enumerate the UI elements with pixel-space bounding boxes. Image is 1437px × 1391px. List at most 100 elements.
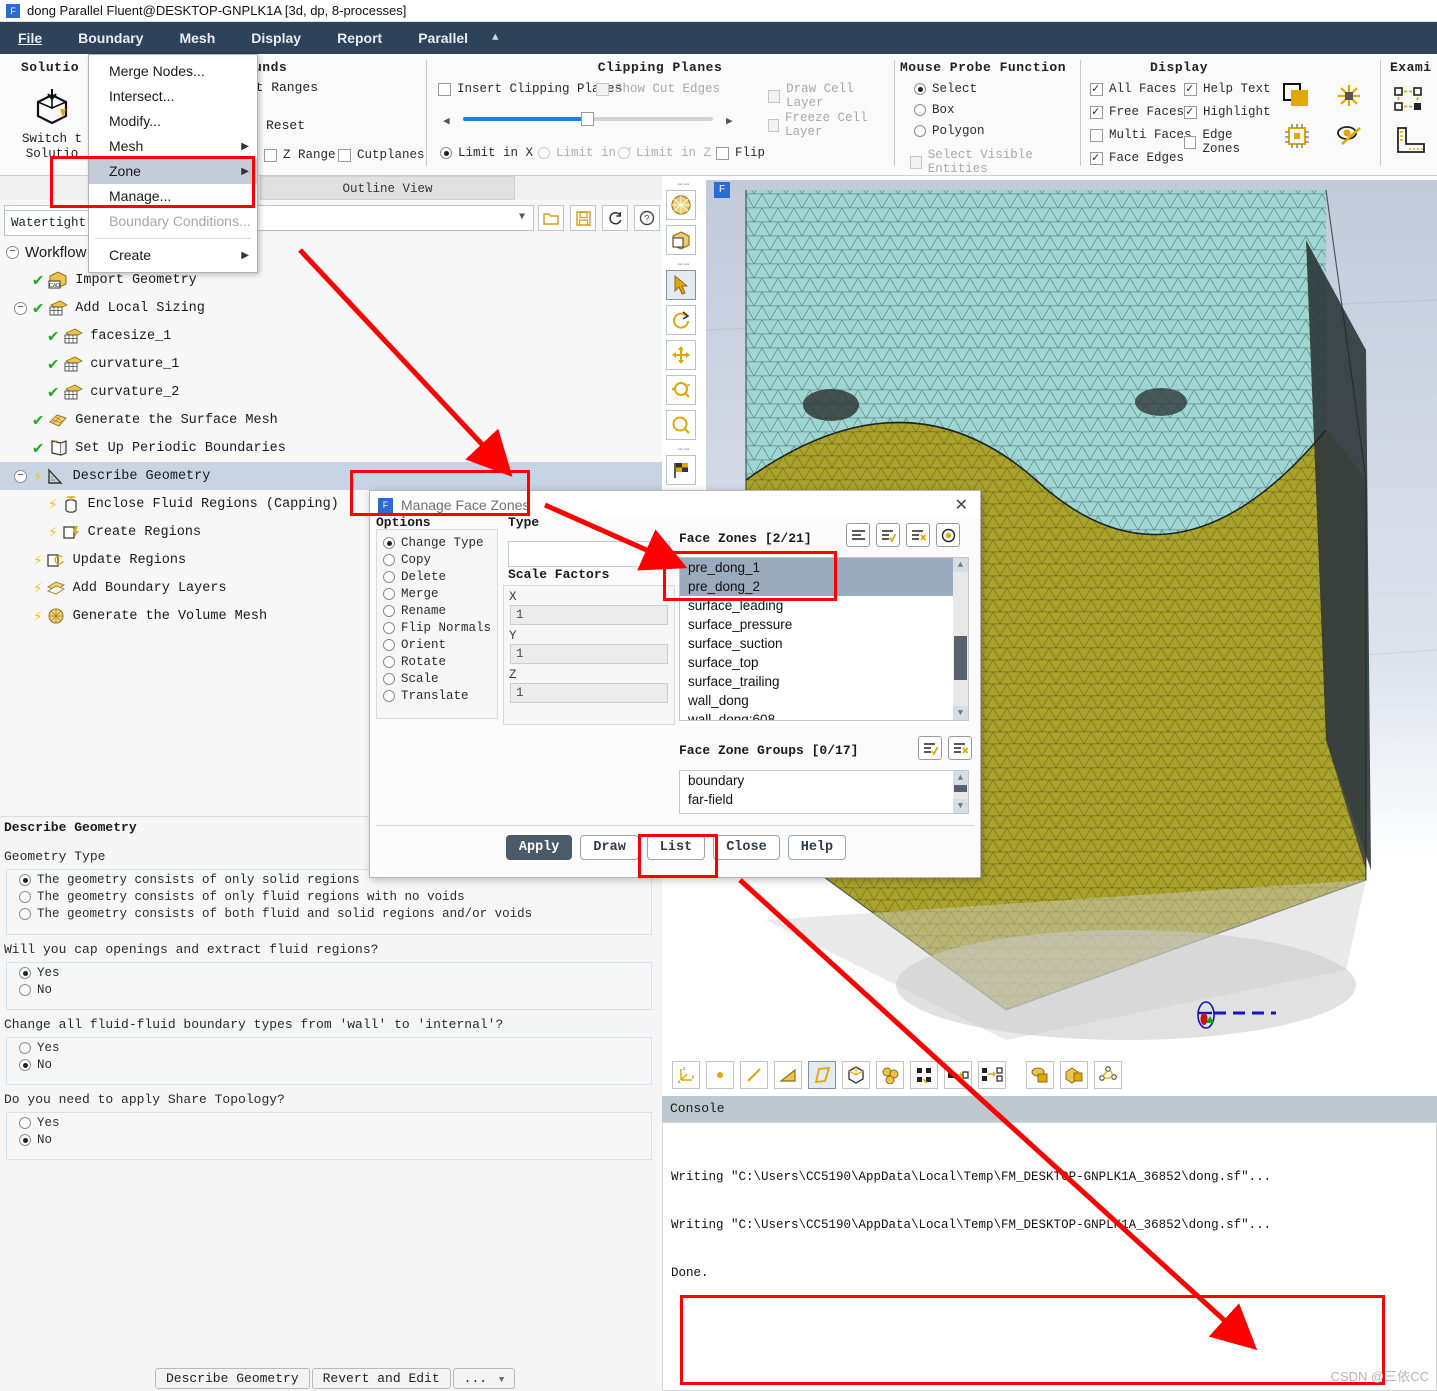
probe-select-radio[interactable]: Select <box>914 82 977 96</box>
scale-x-input[interactable]: 1 <box>510 605 668 625</box>
point-icon[interactable] <box>706 1061 734 1089</box>
close-icon[interactable]: ✕ <box>955 495 968 515</box>
all-faces-checkbox[interactable]: All Faces <box>1090 81 1177 96</box>
flip-checkbox[interactable]: Flip <box>716 146 765 160</box>
share-topology-yes[interactable]: Yes <box>19 1116 651 1130</box>
menu-item-modify[interactable]: Modify... <box>89 109 257 134</box>
list-item[interactable]: pre_dong_2 <box>680 577 968 596</box>
toolbar-grip[interactable]: ⋯⋯ <box>666 180 702 190</box>
select-visible-entities-checkbox[interactable]: Select Visible Entities <box>910 148 1080 176</box>
option-scale[interactable]: Scale <box>383 672 497 686</box>
chip-display-icon[interactable] <box>1282 122 1312 154</box>
single-transfer-icon[interactable] <box>944 1061 972 1089</box>
menu-item-zone[interactable]: Zone ▶ <box>89 159 257 184</box>
scale-z-input[interactable]: 1 <box>510 683 668 703</box>
close-button[interactable]: Close <box>713 835 780 860</box>
sidebar-item-curvature-2[interactable]: ✔ curvature_2 <box>0 378 662 406</box>
menu-parallel[interactable]: Parallel <box>400 22 486 54</box>
zoom-icon[interactable] <box>666 410 696 440</box>
list-item[interactable]: wall_dong:608 <box>680 710 968 720</box>
option-delete[interactable]: Delete <box>383 570 497 584</box>
edge-zones-checkbox[interactable]: Edge Zones <box>1184 128 1274 156</box>
scroll-up-icon[interactable]: ▲ <box>953 771 968 785</box>
open-workflow-button[interactable] <box>538 205 564 231</box>
geometry-type-option-fluid[interactable]: The geometry consists of only fluid regi… <box>19 890 651 904</box>
menu-display[interactable]: Display <box>233 22 319 54</box>
scale-y-input[interactable]: 1 <box>510 644 668 664</box>
fit-scale-icon[interactable] <box>1334 82 1364 114</box>
toolbar-grip[interactable]: ⋯⋯ <box>666 445 702 455</box>
multi-faces-checkbox[interactable]: Multi Faces <box>1090 128 1192 142</box>
collapse-icon[interactable]: − <box>6 245 19 259</box>
collapse-ribbon-icon[interactable]: ▲ <box>492 32 499 44</box>
manage-face-zones-dialog[interactable]: F Manage Face Zones ✕ Options Change Typ… <box>369 490 981 878</box>
z-range-checkbox[interactable]: Z Range <box>264 148 336 162</box>
limit-in-z-radio[interactable]: Limit in Z <box>618 146 711 160</box>
clipping-slider[interactable] <box>463 112 713 126</box>
list-item[interactable]: surface_suction <box>680 634 968 653</box>
line-icon[interactable] <box>740 1061 768 1089</box>
help-text-checkbox[interactable]: Help Text <box>1184 81 1271 96</box>
copy-surface-icon[interactable] <box>1282 82 1312 114</box>
list-button[interactable]: List <box>646 835 706 860</box>
deselect-all-icon[interactable] <box>906 523 930 547</box>
list-item[interactable]: surface_top <box>680 653 968 672</box>
cap-openings-no[interactable]: No <box>19 983 651 997</box>
triangle-icon[interactable] <box>774 1061 802 1089</box>
list-all-icon[interactable] <box>846 523 870 547</box>
menu-report[interactable]: Report <box>319 22 400 54</box>
sidebar-item-generate-surface-mesh[interactable]: ✔ Generate the Surface Mesh <box>0 406 662 434</box>
face-zones-list[interactable]: pre_dong_1 pre_dong_2 surface_leading su… <box>679 557 969 721</box>
collapse-icon[interactable]: − <box>14 301 27 315</box>
menu-boundary[interactable]: Boundary <box>60 22 161 54</box>
geometry-type-option-both[interactable]: The geometry consists of both fluid and … <box>19 907 651 921</box>
freeze-cell-layer-checkbox[interactable]: Freeze Cell Layer <box>768 111 890 139</box>
list-item[interactable]: pre_dong_1 <box>680 558 968 577</box>
share-topology-no[interactable]: No <box>19 1133 651 1147</box>
rotate-icon[interactable] <box>666 305 696 335</box>
insert-clipping-planes-checkbox[interactable]: Insert Clipping Planes <box>438 82 622 96</box>
wall-internal-no[interactable]: No <box>19 1058 651 1072</box>
type-input[interactable] <box>508 541 670 567</box>
menu-item-create[interactable]: Create ▶ <box>89 243 257 268</box>
list-item[interactable]: surface_trailing <box>680 672 968 691</box>
option-change-type[interactable]: Change Type <box>383 536 497 550</box>
apply-button[interactable]: Apply <box>505 835 573 860</box>
list-item[interactable]: wall_dong <box>680 691 968 710</box>
draw-cell-layer-checkbox[interactable]: Draw Cell Layer <box>768 82 890 110</box>
scroll-down-icon[interactable]: ▼ <box>953 706 968 720</box>
highlight-checkbox[interactable]: Highlight <box>1184 104 1271 119</box>
menu-item-manage[interactable]: Manage... <box>89 184 257 209</box>
menu-file[interactable]: File <box>0 22 60 54</box>
collapse-icon[interactable]: − <box>14 469 27 483</box>
pointer-select-icon[interactable] <box>666 270 696 300</box>
option-flip-normals[interactable]: Flip Normals <box>383 621 497 635</box>
measure-ruler-icon[interactable] <box>1394 126 1426 160</box>
help-button[interactable]: Help <box>787 835 847 860</box>
switch-to-solution-icon[interactable] <box>30 86 74 130</box>
sidebar-item-setup-periodic-boundaries[interactable]: ✔ Set Up Periodic Boundaries <box>0 434 662 462</box>
face-zones-scrollbar[interactable]: ▲ ▼ <box>953 558 968 720</box>
mesh-globe-icon[interactable] <box>666 190 696 220</box>
menu-mesh[interactable]: Mesh <box>161 22 233 54</box>
sidebar-item-add-local-sizing[interactable]: − ✔ Add Local Sizing <box>0 294 662 322</box>
axes-icon[interactable]: zyx <box>672 1061 700 1089</box>
sidebar-item-describe-geometry[interactable]: − ⚡ Describe Geometry <box>0 462 662 490</box>
help-workflow-button[interactable]: ? <box>634 205 660 231</box>
free-faces-checkbox[interactable]: Free Faces <box>1090 104 1184 119</box>
multi-transfer-icon[interactable] <box>978 1061 1006 1089</box>
cutplanes-checkbox[interactable]: Cutplanes <box>338 148 425 162</box>
clip-slider-knob[interactable] <box>580 112 594 126</box>
show-cut-edges-checkbox[interactable]: Show Cut Edges <box>596 82 720 96</box>
toolbar-grip[interactable]: ⋯⋯ <box>666 260 702 270</box>
cells-icon[interactable] <box>876 1061 904 1089</box>
clip-slider-right-arrow[interactable]: ▶ <box>726 114 733 128</box>
probe-polygon-radio[interactable]: Polygon <box>914 124 985 138</box>
quad-face-icon[interactable] <box>808 1061 836 1089</box>
pan-icon[interactable] <box>666 340 696 370</box>
describe-geometry-button[interactable]: Describe Geometry <box>155 1368 310 1389</box>
list-item[interactable]: surface_leading <box>680 596 968 615</box>
sidebar-item-curvature-1[interactable]: ✔ curvature_1 <box>0 350 662 378</box>
list-item[interactable]: far-field <box>680 790 968 809</box>
select-all-groups-icon[interactable] <box>918 736 942 760</box>
